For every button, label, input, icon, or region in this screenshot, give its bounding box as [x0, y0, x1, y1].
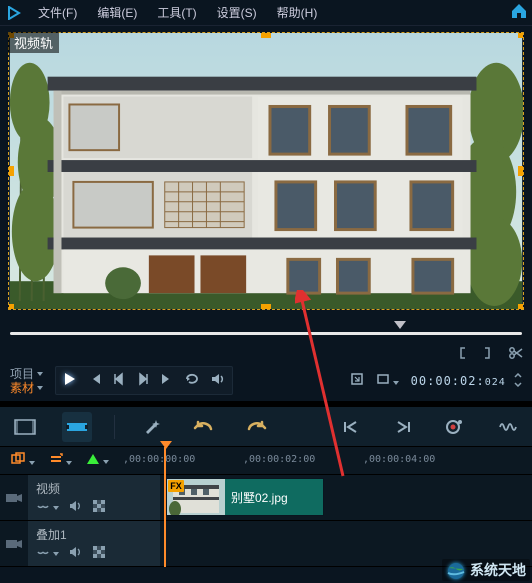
link-icon[interactable] [36, 500, 59, 515]
track-row-video: 视频 FX 别墅02.jpg [0, 475, 532, 521]
link-icon[interactable] [36, 546, 59, 561]
checker-icon[interactable] [93, 500, 105, 515]
project-material-toggle[interactable]: 项目 素材 [10, 367, 43, 395]
speaker-icon[interactable] [69, 500, 83, 515]
jump-start-button[interactable] [336, 412, 366, 442]
track-label: 视频轨 [8, 32, 59, 53]
record-button[interactable] [440, 412, 470, 442]
timeline-view-button[interactable] [62, 412, 92, 442]
speaker-icon[interactable] [69, 546, 83, 561]
resize-handle-mr[interactable] [518, 166, 524, 176]
camera-icon[interactable] [0, 537, 28, 551]
effects-button[interactable] [137, 412, 167, 442]
timeline-tracks: 视频 FX 别墅02.jpg 叠加1 [0, 475, 532, 567]
volume-button[interactable] [210, 372, 226, 389]
transport-controls [55, 366, 233, 395]
video-clip[interactable]: FX 别墅02.jpg [166, 478, 324, 516]
preview-area: 视频轨 [0, 26, 532, 310]
menu-edit[interactable]: 编辑(E) [97, 4, 137, 21]
bracket-right-icon[interactable] [480, 346, 494, 363]
menu-items: 文件(F) 编辑(E) 工具(T) 设置(S) 帮助(H) [38, 4, 317, 21]
next-frame-button[interactable] [136, 372, 150, 389]
clip-thumbnail: FX [167, 479, 225, 515]
timeline-toolbar [0, 407, 532, 447]
menubar: 文件(F) 编辑(E) 工具(T) 设置(S) 帮助(H) [0, 0, 532, 26]
add-track-button[interactable] [49, 452, 72, 469]
storyboard-view-button[interactable] [10, 412, 40, 442]
resize-handle-bm[interactable] [261, 304, 271, 310]
clip-label: 别墅02.jpg [225, 479, 323, 515]
fx-badge: FX [168, 480, 184, 492]
jump-end-button[interactable] [388, 412, 418, 442]
loop-button[interactable] [184, 372, 200, 389]
material-label[interactable]: 素材 [10, 381, 43, 395]
checker-icon[interactable] [93, 546, 105, 561]
preview-tool-row [0, 344, 532, 364]
app-logo-icon [4, 3, 26, 23]
scrub-track[interactable] [10, 332, 522, 335]
scrub-bar[interactable] [10, 324, 522, 342]
globe-icon [446, 560, 466, 580]
track-motion-button[interactable] [10, 452, 35, 469]
ruler-tick: ,00:00:00:00 [123, 454, 195, 465]
timeline-header: ,00:00:00:00 ,00:00:02:00 ,00:00:04:00 [0, 447, 532, 475]
watermark: 系统天地 [442, 559, 530, 581]
resize-handle-bl[interactable] [8, 304, 14, 310]
menu-file[interactable]: 文件(F) [38, 4, 77, 21]
menu-tools[interactable]: 工具(T) [157, 4, 196, 21]
timeline-playhead[interactable] [164, 447, 166, 567]
preview-image [9, 33, 523, 309]
go-end-button[interactable] [160, 372, 174, 389]
undo-button[interactable] [189, 412, 219, 442]
go-start-button[interactable] [88, 372, 102, 389]
resize-handle-ml[interactable] [8, 166, 14, 176]
home-icon[interactable] [510, 3, 528, 22]
track-lane-video[interactable]: FX 别墅02.jpg [160, 475, 532, 520]
scrub-marker-icon[interactable] [394, 321, 406, 329]
resize-handle-br[interactable] [518, 304, 524, 310]
ruler-tick: ,00:00:02:00 [243, 454, 315, 465]
fullscreen-button[interactable] [350, 372, 364, 389]
bracket-left-icon[interactable] [456, 346, 470, 363]
marker-button[interactable] [86, 453, 109, 468]
track-name-video: 视频 [36, 480, 152, 497]
transport-bar: 项目 素材 00:00:02:024 [0, 364, 532, 401]
resize-handle-tr[interactable] [518, 32, 524, 38]
play-button[interactable] [62, 371, 78, 390]
redo-button[interactable] [241, 412, 271, 442]
menu-settings[interactable]: 设置(S) [217, 4, 257, 21]
display-options-button[interactable] [376, 372, 399, 389]
preview-frame[interactable] [8, 32, 524, 310]
watermark-text: 系统天地 [470, 560, 526, 580]
camera-icon[interactable] [0, 491, 28, 505]
track-name-overlay: 叠加1 [36, 526, 152, 543]
track-header-overlay[interactable]: 叠加1 [28, 521, 160, 566]
scissors-icon[interactable] [508, 346, 524, 363]
prev-frame-button[interactable] [112, 372, 126, 389]
resize-handle-tm[interactable] [261, 32, 271, 38]
timecode-display[interactable]: 00:00:02:024 [411, 373, 522, 388]
timeline-ruler[interactable]: ,00:00:00:00 ,00:00:02:00 ,00:00:04:00 [123, 447, 522, 475]
audio-mixer-button[interactable] [492, 412, 522, 442]
menu-help[interactable]: 帮助(H) [277, 4, 318, 21]
ruler-tick: ,00:00:04:00 [363, 454, 435, 465]
track-header-video[interactable]: 视频 [28, 475, 160, 520]
project-label[interactable]: 项目 [10, 367, 43, 381]
